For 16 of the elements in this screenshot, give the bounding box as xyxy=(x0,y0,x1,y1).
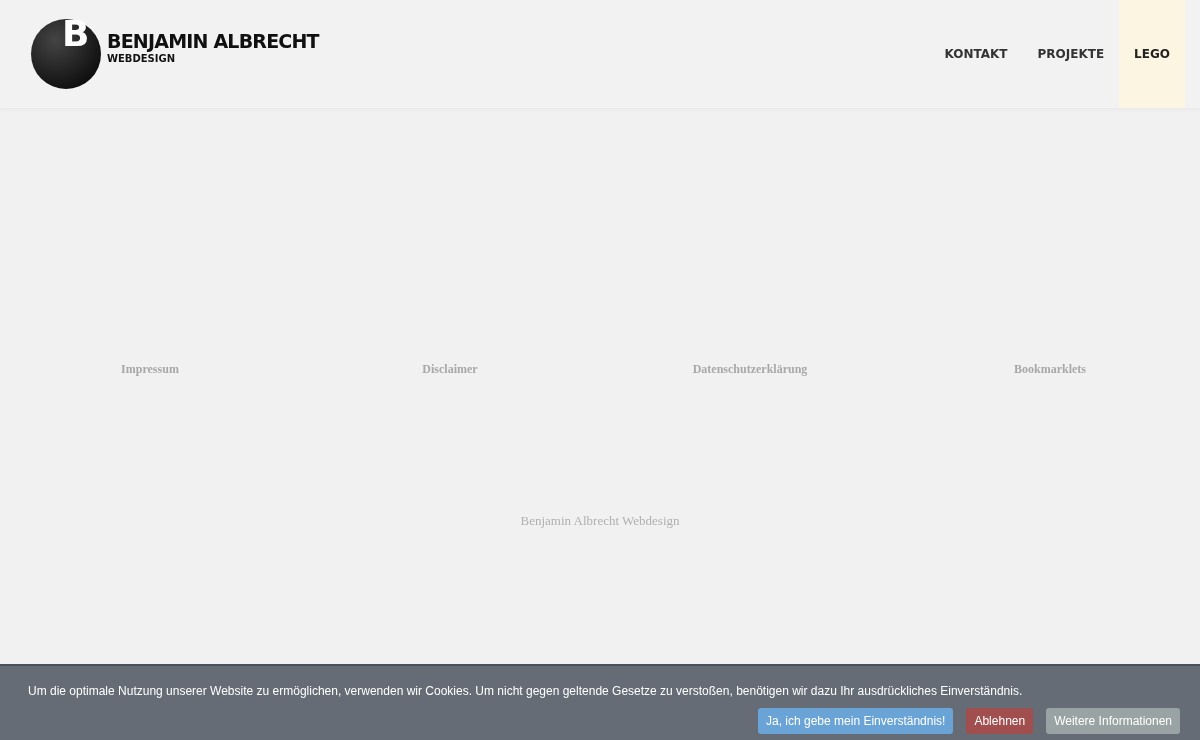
nav-link[interactable]: LEGO xyxy=(1119,0,1185,108)
footer-link[interactable]: Impressum xyxy=(121,362,179,377)
footer-link[interactable]: Bookmarklets xyxy=(1014,362,1086,377)
brand-name[interactable]: BENJAMIN ALBRECHT xyxy=(107,29,319,52)
brand-tagline: WEBDESIGN xyxy=(107,52,177,65)
footer-link[interactable]: Datenschutzerklärung xyxy=(692,362,808,377)
footer-link[interactable]: Disclaimer xyxy=(422,362,478,377)
nav-link[interactable]: PROJEKTE xyxy=(1022,0,1120,108)
logo-letter: B xyxy=(62,14,90,54)
info-button[interactable]: Weitere Informationen xyxy=(1046,708,1180,734)
logo-ball-icon[interactable] xyxy=(31,19,101,89)
accept-button[interactable]: Ja, ich gebe mein Einverständnis! xyxy=(758,708,954,734)
contact-line: Benjamin Albrecht Webdesign xyxy=(520,513,680,529)
nav-link[interactable]: KONTAKT xyxy=(929,0,1023,108)
decline-button[interactable]: Ablehnen xyxy=(966,708,1034,734)
cookie-notice: Um die optimale Nutzung unserer Website zu ermöglichen, verwenden wir Cookies. Um nicht gegen geltende Gesetze zu verstoßen, benötigen wir dazu Ihr ausdrückliches Einverständnis. xyxy=(28,684,1024,698)
